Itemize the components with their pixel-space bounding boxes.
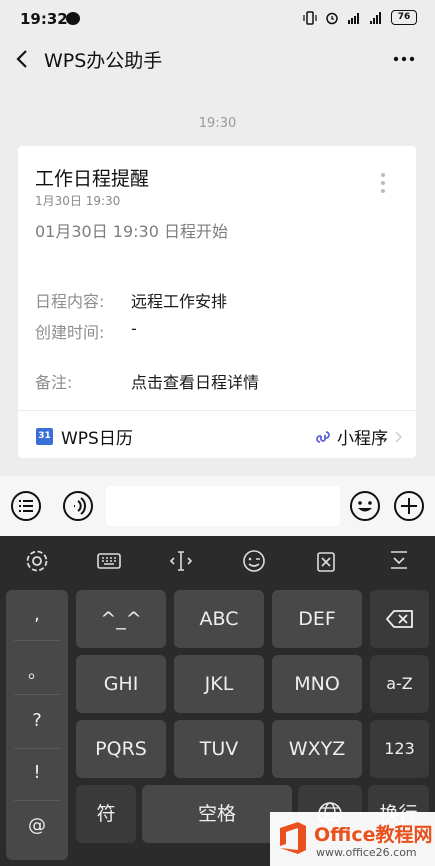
add-icon[interactable] <box>393 490 425 522</box>
card-title: 工作日程提醒 <box>35 168 150 190</box>
punct-key[interactable]: ? <box>6 710 68 731</box>
menu-list-icon[interactable] <box>10 490 42 522</box>
more-options-icon[interactable] <box>393 56 415 62</box>
status-time: 19:32 <box>20 10 68 28</box>
mini-program-label: 小程序 <box>337 429 388 449</box>
row-value: 远程工作安排 <box>131 292 228 311</box>
watermark-brand: Office教程网 <box>314 824 433 846</box>
key-abc[interactable]: ABC <box>174 590 264 648</box>
chat-input-bar <box>0 476 435 536</box>
backspace-key[interactable] <box>370 590 429 648</box>
divider <box>14 640 60 641</box>
calendar-icon: 31 <box>36 428 53 445</box>
card-subtitle: 01月30日 19:30 日程开始 <box>35 222 229 241</box>
alarm-icon <box>326 12 338 24</box>
keyboard-toolbar <box>0 536 435 586</box>
emoji-icon[interactable] <box>349 490 381 522</box>
key-jkl[interactable]: JKL <box>174 655 264 713</box>
message-notification-icon <box>66 12 80 25</box>
chat-timestamp: 19:30 <box>198 116 237 131</box>
watermark: Office教程网 www.office26.com <box>270 812 435 866</box>
status-bar: 19:32 76 <box>0 0 435 38</box>
key-pqrs[interactable]: PQRS <box>76 720 166 778</box>
punctuation-column: , 。 ? ! @ <box>6 590 68 860</box>
watermark-url: www.office26.com <box>316 846 417 859</box>
key-mno[interactable]: MNO <box>272 655 362 713</box>
row-value: 点击查看日程详情 <box>131 373 260 392</box>
back-icon[interactable] <box>14 48 32 70</box>
mini-program-link[interactable]: 小程序 <box>315 424 402 449</box>
card-divider <box>18 410 416 411</box>
key-tuv[interactable]: TUV <box>174 720 264 778</box>
keyboard-switch-icon[interactable] <box>96 548 122 574</box>
calendar-source: 31 WPS日历 <box>36 424 133 449</box>
key-def[interactable]: DEF <box>272 590 362 648</box>
settings-gear-icon[interactable] <box>24 548 50 574</box>
key-ghi[interactable]: GHI <box>76 655 166 713</box>
voice-icon[interactable] <box>62 490 94 522</box>
row-label: 日程内容: <box>35 292 105 311</box>
nav-bar: WPS办公助手 <box>0 38 435 82</box>
page-title: WPS办公助手 <box>44 50 163 72</box>
punct-key[interactable]: ! <box>6 762 68 783</box>
row-label: 备注: <box>35 373 73 392</box>
office-logo <box>280 822 306 854</box>
cursor-move-icon[interactable] <box>168 548 194 574</box>
clipboard-icon[interactable] <box>313 548 339 574</box>
message-input[interactable] <box>106 486 340 526</box>
card-date: 1月30日 19:30 <box>35 194 121 208</box>
key-numbers[interactable]: 123 <box>370 720 429 778</box>
status-icons: 76 <box>303 10 417 25</box>
calendar-source-label: WPS日历 <box>61 429 133 449</box>
backspace-icon <box>385 610 413 628</box>
emoji-wink-icon[interactable] <box>241 548 267 574</box>
schedule-reminder-card[interactable]: 工作日程提醒 1月30日 19:30 01月30日 19:30 日程开始 日程内… <box>18 146 416 458</box>
chevron-right-icon <box>395 430 402 443</box>
punct-key[interactable]: 。 <box>6 658 68 684</box>
divider <box>14 694 60 695</box>
battery-level: 76 <box>391 10 417 25</box>
mini-program-icon <box>316 430 330 443</box>
vibrate-icon <box>303 10 317 25</box>
key-symbols[interactable]: 符 <box>76 785 136 843</box>
divider <box>14 800 60 801</box>
punct-key[interactable]: @ <box>6 815 68 836</box>
divider <box>14 748 60 749</box>
card-more-icon[interactable] <box>380 172 386 194</box>
hide-keyboard-icon[interactable] <box>386 548 412 574</box>
key-case-switch[interactable]: a-Z <box>370 655 429 713</box>
key-wxyz[interactable]: WXYZ <box>272 720 362 778</box>
signal-icon <box>370 11 381 24</box>
punct-key[interactable]: , <box>6 604 68 625</box>
network-4g-icon <box>348 12 359 24</box>
row-value: - <box>131 319 137 338</box>
key-emoticon[interactable]: ^_^ <box>76 590 166 648</box>
row-label: 创建时间: <box>35 323 105 342</box>
